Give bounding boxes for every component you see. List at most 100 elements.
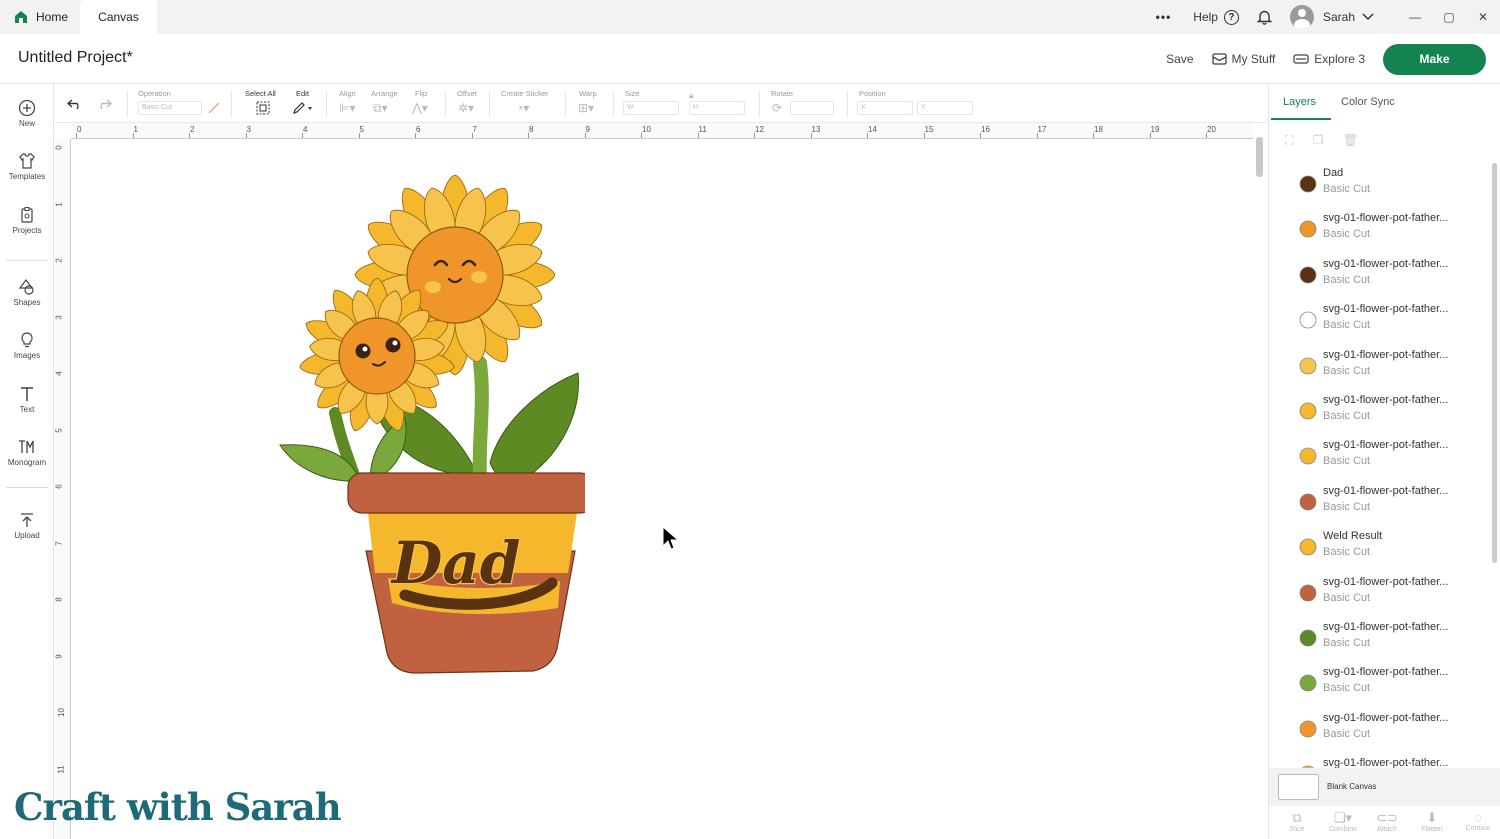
ruler-tick-label: 20 (1207, 125, 1216, 134)
align-icon[interactable]: ⊫▾ (339, 101, 355, 115)
undo-icon[interactable] (67, 98, 83, 110)
bell-icon[interactable] (1256, 9, 1272, 25)
tab-color-sync[interactable]: Color Sync (1341, 96, 1395, 108)
right-leaf[interactable] (489, 372, 579, 482)
ruler-tick-label: 8 (529, 125, 534, 134)
create-sticker-icon[interactable]: ◔▾ (516, 101, 529, 115)
layers-scrollbar[interactable] (1491, 163, 1499, 763)
flatten-button[interactable]: ⬇ Flatten (1412, 810, 1452, 833)
sidebar-divider (6, 260, 48, 261)
layer-row[interactable]: svg-01-flower-pot-father... Basic Cut (1283, 481, 1483, 525)
layer-row[interactable]: svg-01-flower-pot-father... Basic Cut (1283, 254, 1483, 298)
sidebar-item-projects[interactable]: Projects (0, 206, 54, 235)
toolbar-divider (847, 91, 848, 117)
offset-icon[interactable]: ✲▾ (458, 101, 474, 115)
help-button[interactable]: Help ? (1193, 9, 1239, 25)
contour-button[interactable]: ◌ Contour (1458, 810, 1498, 832)
layer-row[interactable]: svg-01-flower-pot-father... Basic Cut (1283, 617, 1483, 661)
sidebar-item-templates[interactable]: Templates (0, 152, 54, 181)
text-icon (21, 387, 33, 401)
design-canvas[interactable]: 0 1 2 3 4 5 6 7 8 9 10 11 12 13 14 15 16 17 18 19 20 0123456… (55, 123, 1267, 839)
ruler-tick (810, 133, 812, 138)
ruler-tick-label: 6 (54, 484, 64, 489)
layer-row[interactable]: svg-01-flower-pot-father... Basic Cut (1283, 708, 1483, 752)
flower-pot-design[interactable]: Dad (240, 163, 585, 683)
operation-select[interactable]: Basic Cut (138, 101, 202, 115)
y-input[interactable]: Y (917, 101, 973, 115)
tab-canvas[interactable]: Canvas (80, 0, 157, 34)
tab-layers[interactable]: Layers (1283, 96, 1316, 108)
layer-row[interactable]: svg-01-flower-pot-father... Basic Cut (1283, 390, 1483, 434)
project-title[interactable]: Untitled Project* (18, 49, 133, 67)
stem-right[interactable] (472, 356, 489, 485)
width-input[interactable]: W (623, 101, 679, 115)
layer-thumbnail-icon (1299, 266, 1317, 284)
sidebar-item-shapes[interactable]: Shapes (0, 278, 54, 307)
flip-icon[interactable]: ⋀▾ (412, 101, 428, 115)
layer-name: svg-01-flower-pot-father... (1323, 484, 1449, 497)
sidebar-item-new[interactable]: New (0, 99, 54, 128)
layer-row[interactable]: svg-01-flower-pot-father... Basic Cut (1283, 572, 1483, 616)
layer-row[interactable]: svg-01-flower-pot-father... Basic Cut (1283, 662, 1483, 706)
attach-button[interactable]: ⊂⊃ Attach (1367, 810, 1407, 833)
close-button[interactable]: ✕ (1466, 10, 1500, 24)
sidebar-item-images[interactable]: Images (0, 331, 54, 360)
x-input[interactable]: X (857, 101, 913, 115)
make-button[interactable]: Make (1383, 43, 1486, 75)
sidebar-label-shapes: Shapes (13, 298, 41, 307)
layer-row[interactable]: Weld Result Basic Cut (1283, 526, 1483, 570)
layer-name: svg-01-flower-pot-father... (1323, 621, 1449, 633)
layer-name: svg-01-flower-pot-father... (1323, 711, 1449, 724)
combine-button[interactable]: ❏▾ Combine (1323, 810, 1363, 833)
maximize-button[interactable]: ▢ (1432, 10, 1466, 24)
monogram-icon (19, 440, 34, 453)
ruler-tick-label: 11 (56, 764, 66, 774)
pen-color-icon[interactable] (207, 101, 221, 115)
sidebar-item-monogram[interactable]: Monogram (0, 438, 54, 467)
my-stuff-label: My Stuff (1231, 52, 1276, 66)
height-input[interactable]: H (689, 101, 745, 115)
layer-row[interactable]: svg-01-flower-pot-father... Basic Cut (1283, 435, 1483, 479)
layer-thumbnail-icon (1299, 629, 1317, 647)
lock-icon[interactable]: 🔒︎ (689, 90, 694, 101)
ruler-tick-label: 10 (642, 125, 651, 134)
layer-thumbnail-icon (1299, 220, 1317, 238)
sidebar-item-text[interactable]: Text (0, 385, 54, 414)
more-menu-button[interactable]: ••• (1156, 10, 1172, 24)
warp-icon[interactable]: ⊞▾ (578, 101, 594, 115)
redo-icon[interactable] (96, 98, 112, 110)
machine-selector[interactable]: Explore 3 (1293, 52, 1365, 66)
group-icon[interactable]: ⛶ (1285, 133, 1293, 147)
blank-canvas-swatch[interactable] (1278, 774, 1319, 800)
sidebar-item-upload[interactable]: Upload (0, 511, 54, 540)
layer-row[interactable]: Dad Basic Cut (1283, 163, 1483, 207)
ruler-tick (132, 133, 134, 138)
minimize-button[interactable]: — (1398, 10, 1432, 24)
layer-row[interactable]: svg-01-flower-pot-father... Basic Cut (1283, 345, 1483, 389)
layer-operation: Basic Cut (1323, 591, 1371, 604)
arrange-icon[interactable]: ⧉▾ (373, 101, 388, 116)
select-all-icon[interactable] (256, 101, 270, 115)
user-menu[interactable]: Sarah (1289, 5, 1374, 29)
rotate-icon[interactable]: ⟳ (772, 101, 782, 115)
layer-tools: ⛶ ❐ 🗑︎ (1285, 133, 1358, 148)
delete-icon[interactable]: 🗑︎ (1343, 133, 1358, 147)
shirt-icon (19, 153, 35, 169)
save-button[interactable]: Save (1166, 52, 1193, 66)
layer-row[interactable]: svg-01-flower-pot-father... Basic Cut (1283, 208, 1483, 252)
slice-button[interactable]: ⧉ Slice (1277, 810, 1317, 833)
layer-row[interactable]: svg-01-flower-pot-father... Basic Cut (1283, 299, 1483, 343)
canvas-scrollbar[interactable] (1254, 129, 1264, 833)
tab-home[interactable]: Home (0, 0, 80, 34)
layer-name: svg-01-flower-pot-father... (1323, 303, 1449, 316)
ruler-tick (980, 133, 981, 138)
edit-pencil-icon[interactable] (292, 101, 314, 115)
duplicate-icon[interactable]: ❐ (1313, 133, 1324, 147)
ruler-tick-label: 5 (359, 125, 364, 134)
rotate-input[interactable] (790, 101, 834, 115)
my-stuff-button[interactable]: My Stuff (1211, 52, 1276, 66)
blank-canvas-row[interactable]: Blank Canvas (1269, 768, 1500, 806)
ruler-tick-label: 13 (811, 125, 821, 134)
ruler-tick-label: 3 (54, 314, 64, 320)
layer-thumbnail-icon (1299, 538, 1317, 556)
